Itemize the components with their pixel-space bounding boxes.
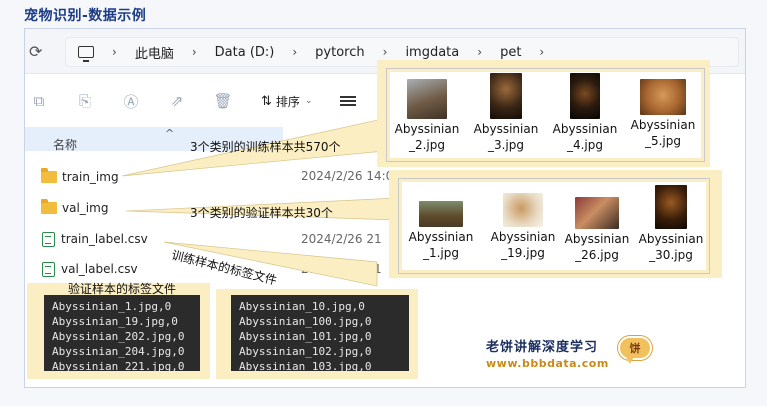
csv-line: Abyssinian_202.jpg,0 — [52, 330, 185, 343]
val-count-annotation: 3个类别的验证样本共30个 — [190, 206, 333, 220]
image-thumbnail[interactable]: Abyssinian _2.jpg — [389, 79, 465, 153]
csv-line: Abyssinian_1.jpg,0 — [52, 300, 172, 313]
csv-line: Abyssinian_10.jpg,0 — [239, 300, 365, 313]
train-label-preview: Abyssinian_10.jpg,0 Abyssinian_100.jpg,0… — [231, 295, 409, 373]
image-thumbnail[interactable]: Abyssinian _26.jpg — [559, 197, 635, 263]
image-thumbnail[interactable]: Abyssinian _19.jpg — [485, 193, 561, 261]
csv-line: Abyssinian_221.jpg,0 — [52, 360, 185, 373]
image-name: Abyssinian _2.jpg — [394, 122, 460, 152]
cat-photo-icon — [419, 201, 463, 227]
cat-photo-icon — [640, 79, 686, 115]
val-label-preview: Abyssinian_1.jpg,0 Abyssinian_19.jpg,0 A… — [44, 295, 200, 373]
image-thumbnail[interactable]: Abyssinian _30.jpg — [633, 185, 709, 263]
csv-line: Abyssinian_19.jpg,0 — [52, 315, 178, 328]
csv-line: Abyssinian_103.jpg,0 — [239, 360, 372, 373]
brand-badge-icon: 饼 — [618, 336, 652, 364]
image-name: Abyssinian _30.jpg — [638, 232, 704, 262]
cat-photo-icon — [503, 193, 543, 227]
brand-logo: 老饼讲解深度学习 www.bbbdata.com — [486, 336, 609, 370]
cat-photo-icon — [575, 197, 619, 229]
image-name: Abyssinian _5.jpg — [630, 118, 696, 148]
train-count-annotation: 3个类别的训练样本共570个 — [190, 140, 341, 154]
image-name: Abyssinian _1.jpg — [408, 230, 474, 260]
train-gallery: Abyssinian _2.jpg Abyssinian _3.jpg Abyssi… — [386, 68, 705, 162]
brand-url: www.bbbdata.com — [486, 357, 609, 370]
csv-line: Abyssinian_101.jpg,0 — [239, 330, 372, 343]
image-name: Abyssinian _3.jpg — [473, 122, 539, 152]
image-thumbnail[interactable]: Abyssinian _4.jpg — [547, 73, 623, 153]
cat-photo-icon — [655, 185, 687, 229]
csv-line: Abyssinian_102.jpg,0 — [239, 345, 372, 358]
cat-photo-icon — [570, 73, 600, 119]
image-thumbnail[interactable]: Abyssinian _3.jpg — [468, 73, 544, 153]
brand-name: 老饼讲解深度学习 — [486, 340, 599, 355]
csv-line: Abyssinian_100.jpg,0 — [239, 315, 372, 328]
image-name: Abyssinian _26.jpg — [564, 232, 630, 262]
image-name: Abyssinian _4.jpg — [552, 122, 618, 152]
image-thumbnail[interactable]: Abyssinian _1.jpg — [403, 201, 479, 261]
image-thumbnail[interactable]: Abyssinian _5.jpg — [625, 79, 701, 149]
cat-photo-icon — [407, 79, 447, 119]
csv-line: Abyssinian_204.jpg,0 — [52, 345, 185, 358]
image-name: Abyssinian _19.jpg — [490, 230, 556, 260]
cat-photo-icon — [490, 73, 522, 119]
val-gallery: Abyssinian _1.jpg Abyssinian _19.jpg Abyss… — [398, 178, 710, 274]
